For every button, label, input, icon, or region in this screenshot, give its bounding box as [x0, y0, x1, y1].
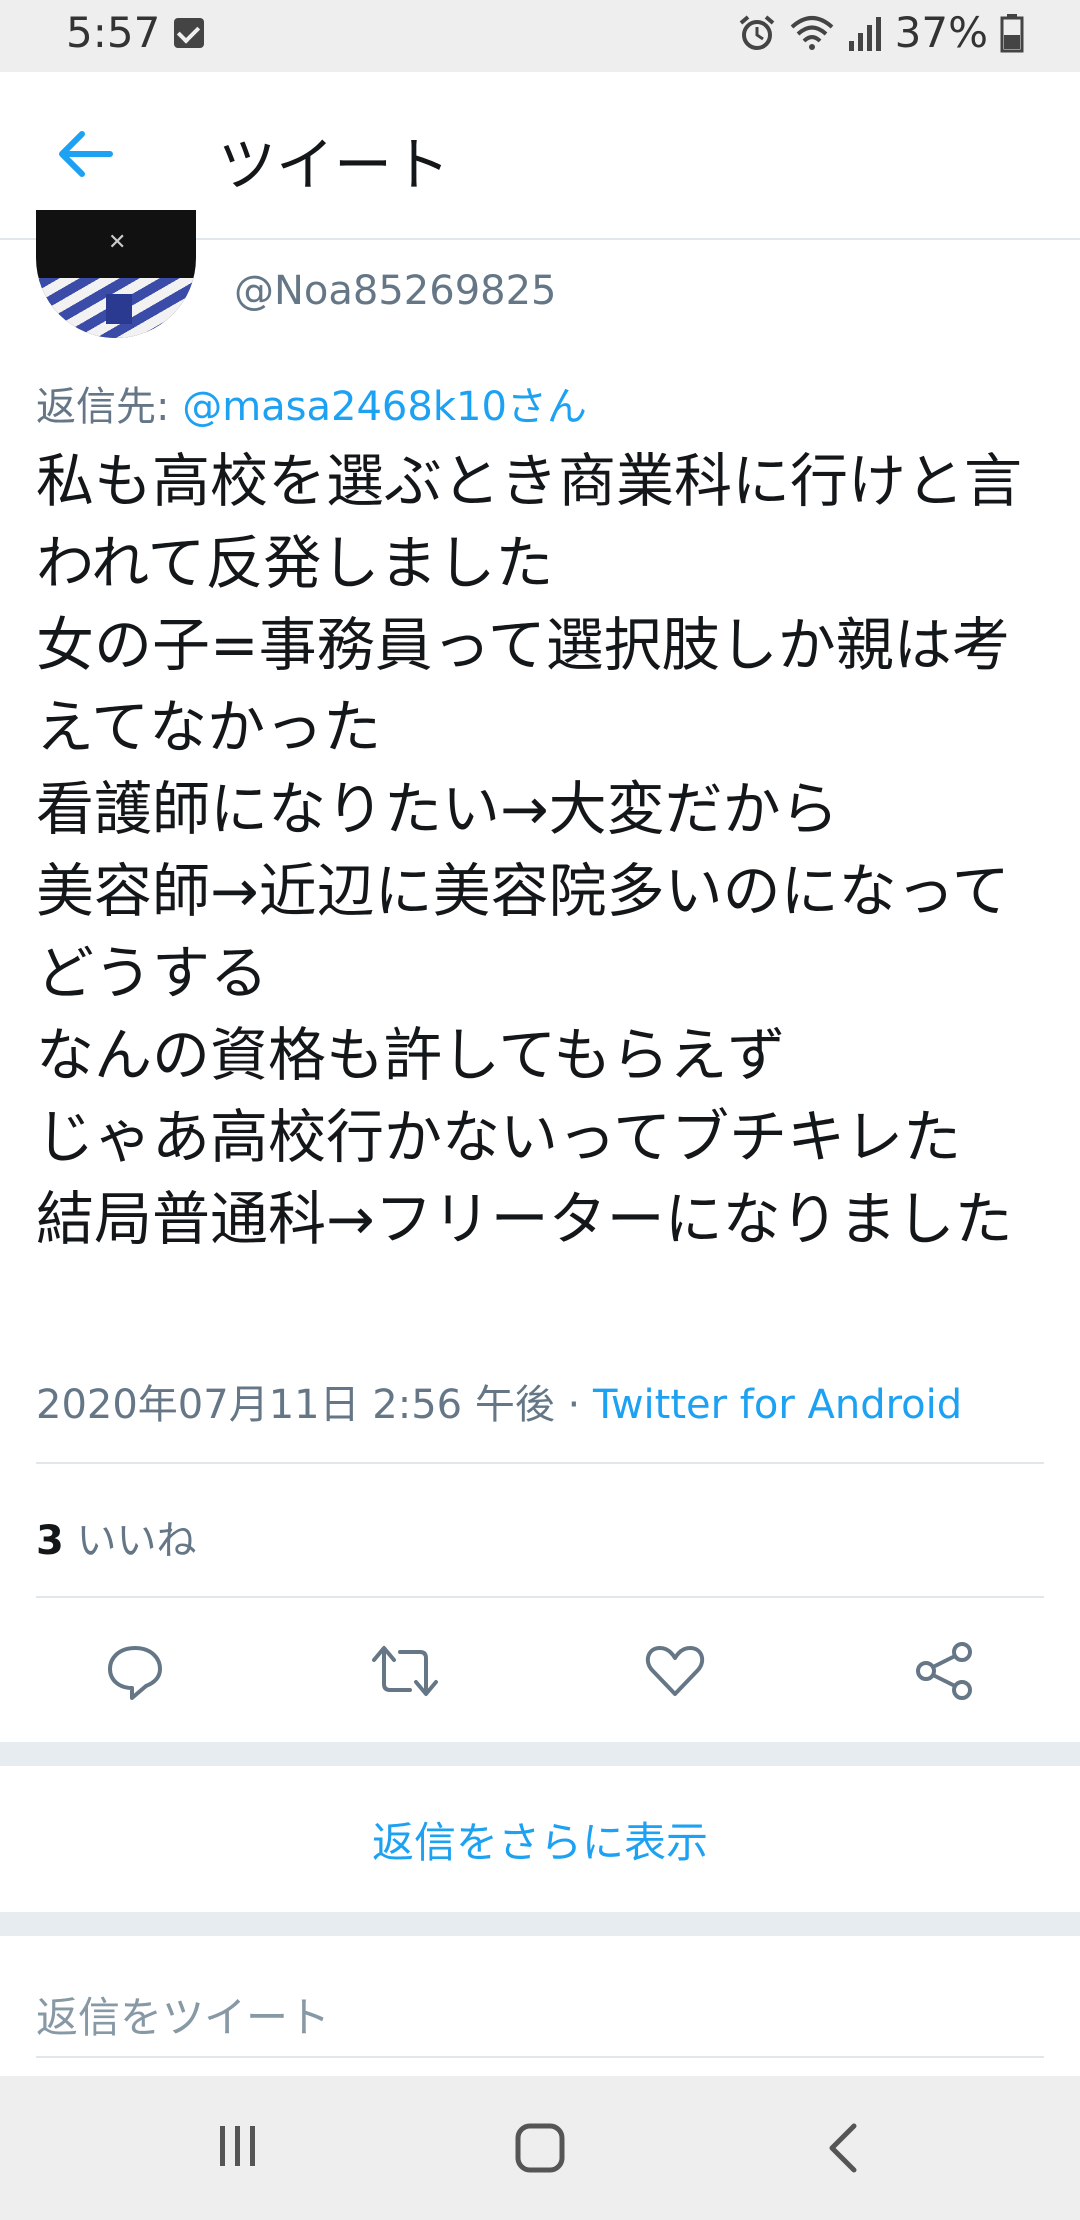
like-icon[interactable] [644, 1640, 706, 1702]
retweet-icon[interactable] [370, 1640, 440, 1702]
page-title: ツイート [218, 131, 451, 199]
status-icons: 37% [737, 8, 1024, 57]
battery-icon [1000, 13, 1024, 52]
home-icon[interactable] [514, 2122, 566, 2174]
show-more-replies-button[interactable]: 返信をさらに表示 [0, 1766, 1080, 1912]
tweet-meta: 2020年07月11日 2:56 午後 · Twitter for Androi… [36, 1372, 962, 1430]
reply-to-user-link[interactable]: @masa2468k10さん [182, 384, 587, 430]
back-nav-icon[interactable] [824, 2122, 864, 2174]
tweet-text: 私も高校を選ぶとき商業科に行けと言われて反発しました 女の子=事務員って選択肢し… [36, 447, 1023, 1253]
recent-apps-icon[interactable] [214, 2122, 262, 2170]
arrow-left-icon[interactable] [50, 124, 120, 184]
author-handle[interactable]: @Noa85269825 [234, 268, 557, 314]
signal-icon [848, 16, 881, 51]
divider [36, 1596, 1044, 1598]
tweet-source-link[interactable]: Twitter for Android [593, 1382, 962, 1428]
section-separator [0, 1912, 1080, 1936]
battery-percent: 37% [894, 8, 988, 57]
reply-to-label: 返信先: [36, 384, 183, 430]
divider [36, 1462, 1044, 1464]
reply-to-line: 返信先: @masa2468k10さん [36, 374, 587, 432]
likes-number: 3 [36, 1518, 64, 1564]
status-bar: 5:57 37% [0, 0, 1080, 72]
system-nav-bar [0, 2076, 1080, 2220]
alarm-icon [739, 14, 774, 50]
status-time: 5:57 [66, 8, 161, 57]
avatar-mark: ✕ [108, 230, 127, 255]
wifi-icon [790, 15, 833, 50]
reply-input-underline [36, 2056, 1044, 2058]
checkbox-icon [174, 18, 204, 48]
avatar-knot [106, 294, 132, 324]
reply-input[interactable]: 返信をツイート [36, 1984, 330, 2045]
share-icon[interactable] [914, 1640, 976, 1702]
section-separator [0, 1742, 1080, 1766]
reply-icon[interactable] [104, 1640, 166, 1702]
tweet-timestamp: 2020年07月11日 2:56 午後 · [36, 1382, 593, 1428]
likes-label: いいね [63, 1518, 197, 1564]
likes-count[interactable]: 3 いいね [36, 1508, 197, 1566]
avatar[interactable]: ✕ [36, 210, 196, 338]
